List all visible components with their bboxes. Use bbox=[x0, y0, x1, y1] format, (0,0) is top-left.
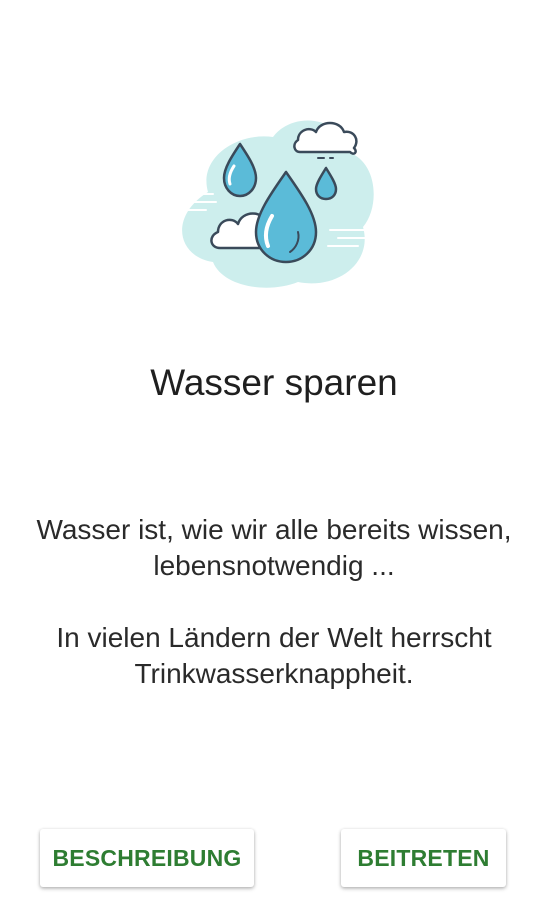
water-drops-cloud-icon bbox=[168, 112, 380, 292]
paragraph-scarcity: In vielen Ländern der Welt herrscht Trin… bbox=[56, 622, 492, 689]
paragraph-intro: Wasser ist, wie wir alle bereits wissen,… bbox=[36, 514, 512, 581]
description-text: Wasser ist, wie wir alle bereits wissen,… bbox=[20, 512, 528, 692]
page-title: Wasser sparen bbox=[150, 362, 398, 403]
description-button[interactable]: BESCHREIBUNG bbox=[40, 829, 254, 887]
join-button[interactable]: BEITRETEN bbox=[341, 829, 506, 887]
